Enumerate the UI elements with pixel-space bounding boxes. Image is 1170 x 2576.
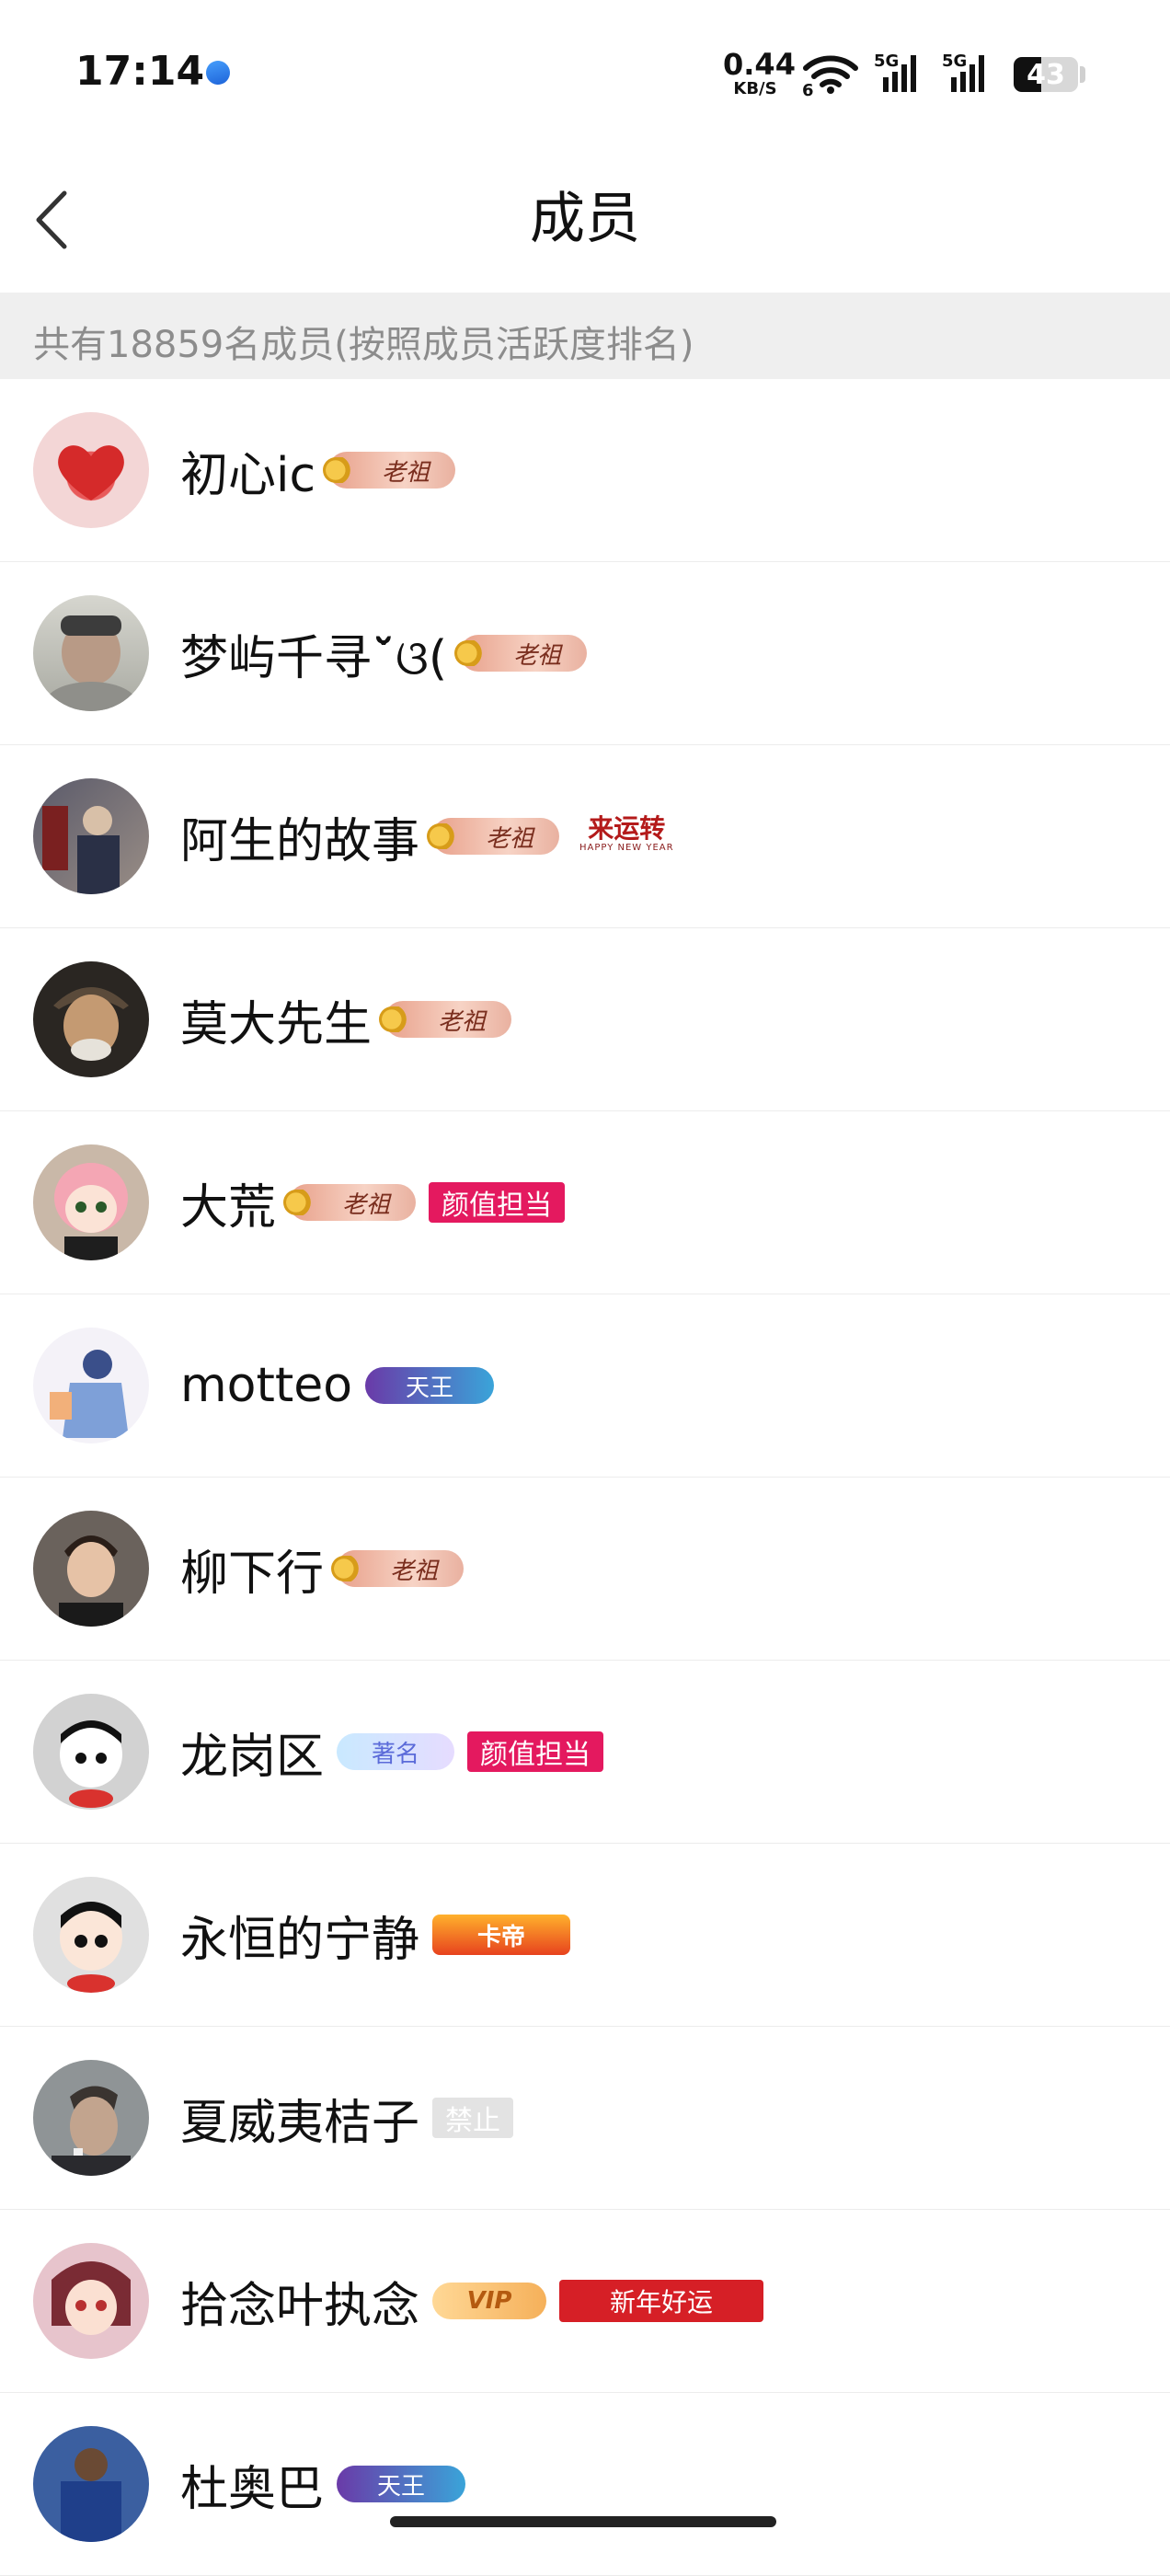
- list-item[interactable]: 龙岗区 著名 颜值担当: [0, 1661, 1170, 1844]
- laozu-badge: 老祖: [379, 1001, 512, 1038]
- member-count-text: 共有18859名成员(按照成员活跃度排名): [33, 324, 694, 366]
- list-item[interactable]: 莫大先生 老祖: [0, 928, 1170, 1111]
- status-time: 17:14: [75, 48, 205, 95]
- avatar[interactable]: [33, 2243, 149, 2359]
- avatar[interactable]: [33, 2426, 149, 2542]
- network-speed-unit: KB/S: [733, 79, 777, 98]
- member-name: 杜奥巴: [180, 2461, 325, 2517]
- laozu-badge: 老祖: [331, 1550, 465, 1587]
- tianwang-badge: 天王: [337, 2466, 466, 2502]
- battery-cap: [1080, 66, 1085, 83]
- list-item[interactable]: 夏威夷桔子 禁止: [0, 2027, 1170, 2210]
- status-bar: 17:14 0.44 KB/S 6 5G 5G 43: [0, 0, 1170, 147]
- battery-icon: 43: [1014, 57, 1078, 92]
- avatar[interactable]: [33, 961, 149, 1077]
- handsome-tag: 颜值担当: [467, 1731, 604, 1772]
- avatar[interactable]: [33, 2060, 149, 2176]
- list-item[interactable]: 梦屿千寻ˇ̆ଓ( 老祖: [0, 562, 1170, 745]
- list-item[interactable]: 杜奥巴 天王: [0, 2393, 1170, 2576]
- banned-tag: 禁止: [432, 2098, 514, 2138]
- list-item[interactable]: 永恒的宁静 卡帝: [0, 1844, 1170, 2027]
- zhuming-badge: 著名: [337, 1733, 455, 1770]
- network-speed-value: 0.44: [723, 47, 796, 82]
- laozu-badge: 老祖: [427, 818, 560, 855]
- avatar[interactable]: [33, 1328, 149, 1443]
- member-name: 大荒: [180, 1179, 277, 1236]
- app-notification-icon: [201, 56, 235, 89]
- tianwang-badge: 天王: [365, 1367, 495, 1404]
- wifi-sub-label: 6: [802, 81, 814, 100]
- member-name: motteo: [180, 1358, 353, 1413]
- avatar[interactable]: [33, 1144, 149, 1260]
- member-name: 永恒的宁静: [180, 1912, 420, 1968]
- home-indicator[interactable]: [390, 2516, 776, 2527]
- member-name: 莫大先生: [180, 996, 373, 1052]
- list-item[interactable]: 初心ic 老祖: [0, 379, 1170, 562]
- avatar[interactable]: [33, 1877, 149, 1993]
- member-list: 初心ic 老祖 梦屿千寻ˇ̆ଓ( 老祖 阿生的故事 老祖 来运转 HAPPY NE…: [0, 379, 1170, 2576]
- laozu-badge: 老祖: [323, 452, 456, 489]
- member-name: 初心ic: [180, 447, 316, 503]
- avatar[interactable]: [33, 1511, 149, 1627]
- nav-bar: 成员: [0, 147, 1170, 294]
- avatar[interactable]: [33, 1694, 149, 1810]
- member-name: 夏威夷桔子: [180, 2095, 420, 2151]
- member-name: 龙岗区: [180, 1729, 325, 1785]
- list-item[interactable]: 大荒 老祖 颜值担当: [0, 1111, 1170, 1294]
- member-name: 拾念叶执念: [180, 2278, 420, 2334]
- battery-level: 43: [1027, 59, 1065, 91]
- member-name: 柳下行: [180, 1546, 325, 1602]
- laozu-badge: 老祖: [283, 1184, 417, 1221]
- list-item[interactable]: 阿生的故事 老祖 来运转 HAPPY NEW YEAR: [0, 745, 1170, 928]
- network-speed: 0.44 KB/S: [723, 47, 796, 98]
- page-title: 成员: [530, 187, 640, 251]
- member-name: 梦屿千寻ˇ̆ଓ(: [180, 630, 448, 686]
- list-item[interactable]: motteo 天王: [0, 1294, 1170, 1478]
- vip-badge: VIP: [432, 2283, 547, 2319]
- list-item[interactable]: 柳下行 老祖: [0, 1478, 1170, 1661]
- new-year-luck-badge: 新年好运: [559, 2280, 764, 2322]
- avatar[interactable]: [33, 412, 149, 528]
- kadi-badge: 卡帝: [432, 1915, 571, 1955]
- laozu-badge: 老祖: [454, 635, 588, 672]
- member-name: 阿生的故事: [180, 813, 420, 869]
- list-item[interactable]: 拾念叶执念 VIP 新年好运: [0, 2210, 1170, 2393]
- handsome-tag: 颜值担当: [429, 1182, 566, 1223]
- member-count-bar: 共有18859名成员(按照成员活跃度排名): [0, 293, 1170, 379]
- avatar[interactable]: [33, 595, 149, 711]
- avatar[interactable]: [33, 778, 149, 894]
- new-year-fortune-badge: 来运转 HAPPY NEW YEAR: [579, 813, 674, 854]
